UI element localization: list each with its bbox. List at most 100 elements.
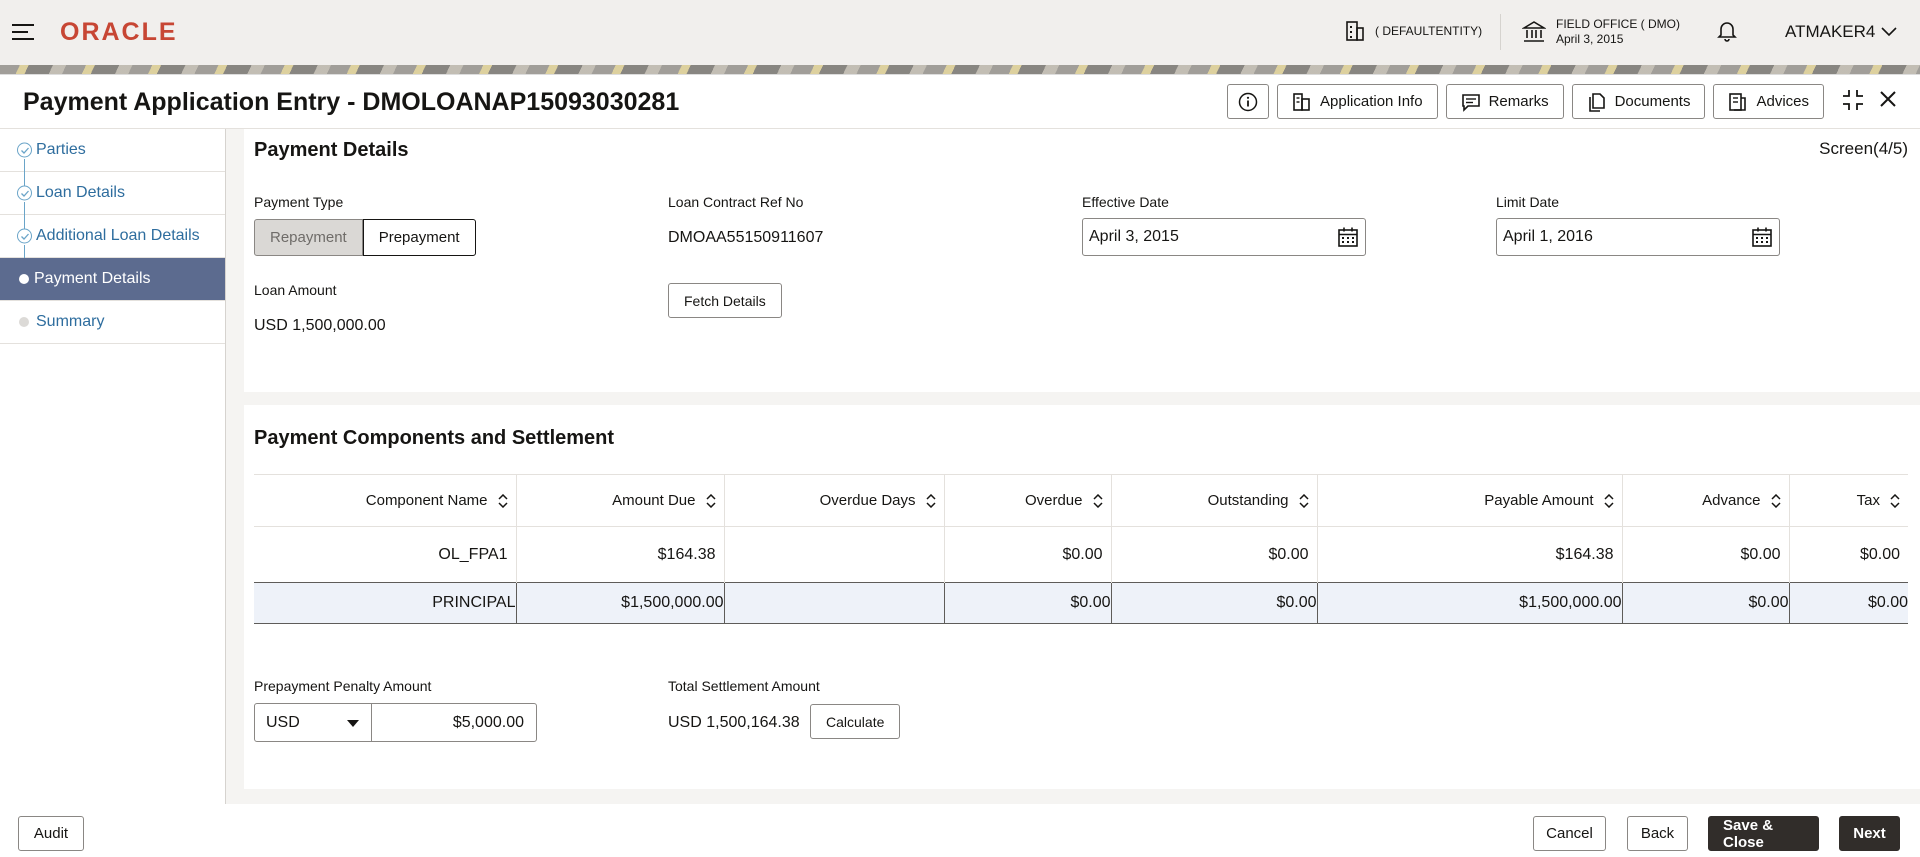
penalty-amount-input[interactable]: $5,000.00 [371,703,537,742]
check-circle-icon [17,228,32,244]
section-title: Payment Details [254,139,409,161]
info-button[interactable] [1227,84,1269,119]
sort-icon[interactable] [1603,494,1614,509]
loan-amount-label: Loan Amount [254,282,337,298]
sidebar-item-parties[interactable]: Parties [0,129,225,173]
user-menu[interactable]: ATMAKER4 [1785,22,1897,42]
hamburger-menu-icon[interactable] [12,24,34,40]
column-header-label: Overdue Days [819,492,916,509]
document-icon [1588,92,1605,112]
caret-down-icon [347,720,359,727]
section-title: Payment Components and Settlement [254,427,615,449]
table-cell: $0.00 [1622,526,1790,583]
close-icon[interactable] [1878,89,1898,114]
total-settlement-label: Total Settlement Amount [668,678,820,694]
sort-icon[interactable] [1298,494,1309,509]
cancel-button[interactable]: Cancel [1533,816,1606,851]
bell-icon[interactable] [1717,20,1737,47]
sort-icon[interactable] [1770,494,1781,509]
effective-date-field[interactable]: April 3, 2015 [1082,218,1366,256]
sidebar-item-payment-details[interactable]: Payment Details [0,258,225,301]
payment-type-label: Payment Type [254,194,344,210]
next-button[interactable]: Next [1839,816,1900,851]
save-close-button[interactable]: Save & Close [1708,816,1819,851]
footer-toolbar: Audit Cancel Back Save & Close Next [0,809,1920,857]
advices-button[interactable]: Advices [1713,84,1824,119]
column-header[interactable]: Outstanding [1111,474,1318,527]
table-cell [724,526,945,583]
table-cell: $1,500,000.00 [516,582,725,624]
column-header-label: Amount Due [612,492,696,509]
sidebar-item-summary[interactable]: Summary [0,301,225,344]
table-cell: $0.00 [1789,582,1908,624]
sort-icon[interactable] [1890,494,1900,509]
table-cell: PRINCIPAL [254,582,517,624]
sort-icon[interactable] [1092,494,1103,509]
column-header[interactable]: Payable Amount [1317,474,1623,527]
sidebar-item-additional-loan-details[interactable]: Additional Loan Details [0,215,225,259]
pending-step-icon [19,317,29,327]
oracle-logo: ORACLE [60,18,178,46]
entity-selector[interactable]: ( DEFAULTENTITY) [1345,20,1482,42]
payment-components-section: Payment Components and Settlement Compon… [244,405,1920,789]
audit-button[interactable]: Audit [18,816,84,851]
check-circle-icon [17,185,32,201]
sort-icon[interactable] [705,494,716,509]
penalty-label: Prepayment Penalty Amount [254,678,432,694]
header-toolbar: Application Info Remarks Documents Advic… [1227,84,1824,119]
table-row[interactable]: PRINCIPAL $1,500,000.00 $0.00 $0.00 $1,500,0… [254,582,1908,624]
fetch-details-button[interactable]: Fetch Details [668,283,782,318]
documents-button[interactable]: Documents [1571,84,1706,119]
calendar-icon[interactable] [1337,226,1359,248]
train-connector [24,202,25,216]
effective-date-value: April 3, 2015 [1089,228,1179,245]
remarks-label: Remarks [1488,93,1549,110]
calendar-icon[interactable] [1751,226,1773,248]
remarks-button[interactable]: Remarks [1445,84,1564,119]
card-header: Payment Application Entry - DMOLOANAP150… [0,75,1920,129]
check-circle-icon [17,142,32,158]
column-header-label: Payable Amount [1484,492,1594,509]
back-button[interactable]: Back [1627,816,1688,851]
column-header[interactable]: Component Name [254,474,517,527]
sidebar-item-label: Payment Details [34,270,151,287]
expand-icon[interactable] [1842,89,1864,116]
entity-label: ( DEFAULTENTITY) [1375,24,1483,38]
column-header[interactable]: Tax [1789,474,1908,527]
sidebar-item-label: Loan Details [36,184,125,201]
sidebar-item-label: Summary [36,313,105,330]
office-selector[interactable]: FIELD OFFICE ( DMO) April 3, 2015 [1522,17,1680,47]
train-connector [24,215,25,229]
column-header[interactable]: Overdue Days [724,474,945,527]
calculate-button[interactable]: Calculate [810,704,901,739]
office-date: April 3, 2015 [1556,32,1624,46]
application-info-icon [1293,92,1310,111]
content-area: Payment Details Screen(4/5) Payment Type… [226,129,1920,804]
column-header[interactable]: Advance [1622,474,1790,527]
application-info-button[interactable]: Application Info [1277,84,1438,119]
user-name: ATMAKER4 [1785,22,1876,41]
train-connector [24,245,25,259]
column-header[interactable]: Amount Due [516,474,725,527]
top-bar: ORACLE ( DEFAULTENTITY) FIELD OFFICE ( D… [0,0,1920,65]
table-cell: $164.38 [516,526,725,583]
page-title: Payment Application Entry - DMOLOANAP150… [23,88,680,116]
sidebar-item-loan-details[interactable]: Loan Details [0,172,225,216]
column-header[interactable]: Overdue [944,474,1112,527]
screen-indicator: Screen(4/5) [1819,139,1908,158]
info-icon [1238,92,1258,111]
total-settlement-value: USD 1,500,164.38 [668,714,800,731]
train-connector [24,172,25,186]
repayment-option[interactable]: Repayment [254,219,363,256]
advices-label: Advices [1756,93,1809,110]
table-cell: $0.00 [1111,526,1318,583]
penalty-currency-value: USD [266,713,300,731]
sort-icon[interactable] [925,494,936,509]
effective-date-label: Effective Date [1082,194,1169,210]
sidebar-item-label: Parties [36,141,86,158]
sort-icon[interactable] [497,494,508,509]
table-row[interactable]: OL_FPA1 $164.38 $0.00 $0.00 $164.38 $0.00 $0.0… [254,526,1908,583]
penalty-currency-select[interactable]: USD [254,703,372,742]
prepayment-option[interactable]: Prepayment [362,219,476,256]
limit-date-field[interactable]: April 1, 2016 [1496,218,1780,256]
